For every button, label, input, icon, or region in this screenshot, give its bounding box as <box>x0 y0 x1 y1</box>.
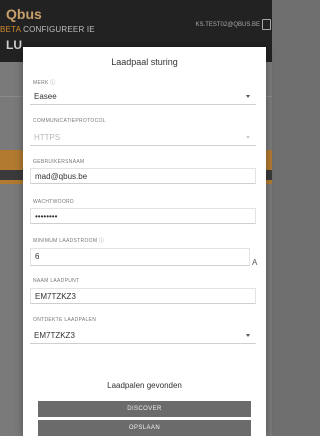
save-button[interactable]: OPSLAAN <box>38 420 251 436</box>
charging-station-modal: Laadpaal sturing MERK ⓘ Easee COMMUNICAT… <box>23 47 266 436</box>
password-value: •••••••• <box>35 212 58 221</box>
password-label: WACHTWOORD <box>33 199 74 205</box>
discover-button[interactable]: DISCOVER <box>38 401 251 417</box>
brand-label: MERK ⓘ <box>33 80 56 86</box>
brand-value: Easee <box>34 92 57 101</box>
brand-select[interactable]: Easee <box>30 89 256 105</box>
modal-title: Laadpaal sturing <box>111 57 178 67</box>
discovered-stations-label: ONTDEKTE LAADPALEN <box>33 317 97 323</box>
protocol-select: HTTPS <box>30 130 256 146</box>
charge-point-name-input[interactable]: EM7TZKZ3 <box>30 288 256 304</box>
ampere-unit: A <box>252 258 258 267</box>
beta-badge: BETA CONFIGUREER IE <box>0 25 95 34</box>
username-value: mad@qbus.be <box>35 172 88 181</box>
chevron-down-icon <box>246 334 250 337</box>
password-input[interactable]: •••••••• <box>30 208 256 224</box>
min-current-input[interactable]: 6 <box>30 248 250 266</box>
min-current-value: 6 <box>35 252 40 261</box>
chevron-down-icon <box>246 95 250 98</box>
protocol-label: COMMUNICATIEPROTOCOL <box>33 118 106 124</box>
discovered-stations-value: EM7TZKZ3 <box>34 331 75 340</box>
chevron-down-icon <box>246 136 250 139</box>
beta-label: BETA <box>0 25 21 34</box>
protocol-value: HTTPS <box>34 133 61 142</box>
logout-icon[interactable] <box>262 19 271 30</box>
discovered-stations-select[interactable]: EM7TZKZ3 <box>30 328 256 344</box>
min-current-label: MINIMUM LAADSTROOM ⓘ <box>33 238 105 244</box>
status-message: Laadpalen gevonden <box>107 381 182 390</box>
configure-label: CONFIGUREER IE <box>23 25 95 34</box>
qbus-logo: Qbus <box>6 6 42 22</box>
user-email: KS.TEST02@QBUS.BE <box>195 22 260 28</box>
charge-point-name-label: NAAM LAADPUNT <box>33 278 80 284</box>
page-title: LU <box>6 38 22 52</box>
username-label: GEBRUIKERSNAAM <box>33 159 85 165</box>
charge-point-name-value: EM7TZKZ3 <box>35 292 76 301</box>
username-input[interactable]: mad@qbus.be <box>30 168 256 184</box>
